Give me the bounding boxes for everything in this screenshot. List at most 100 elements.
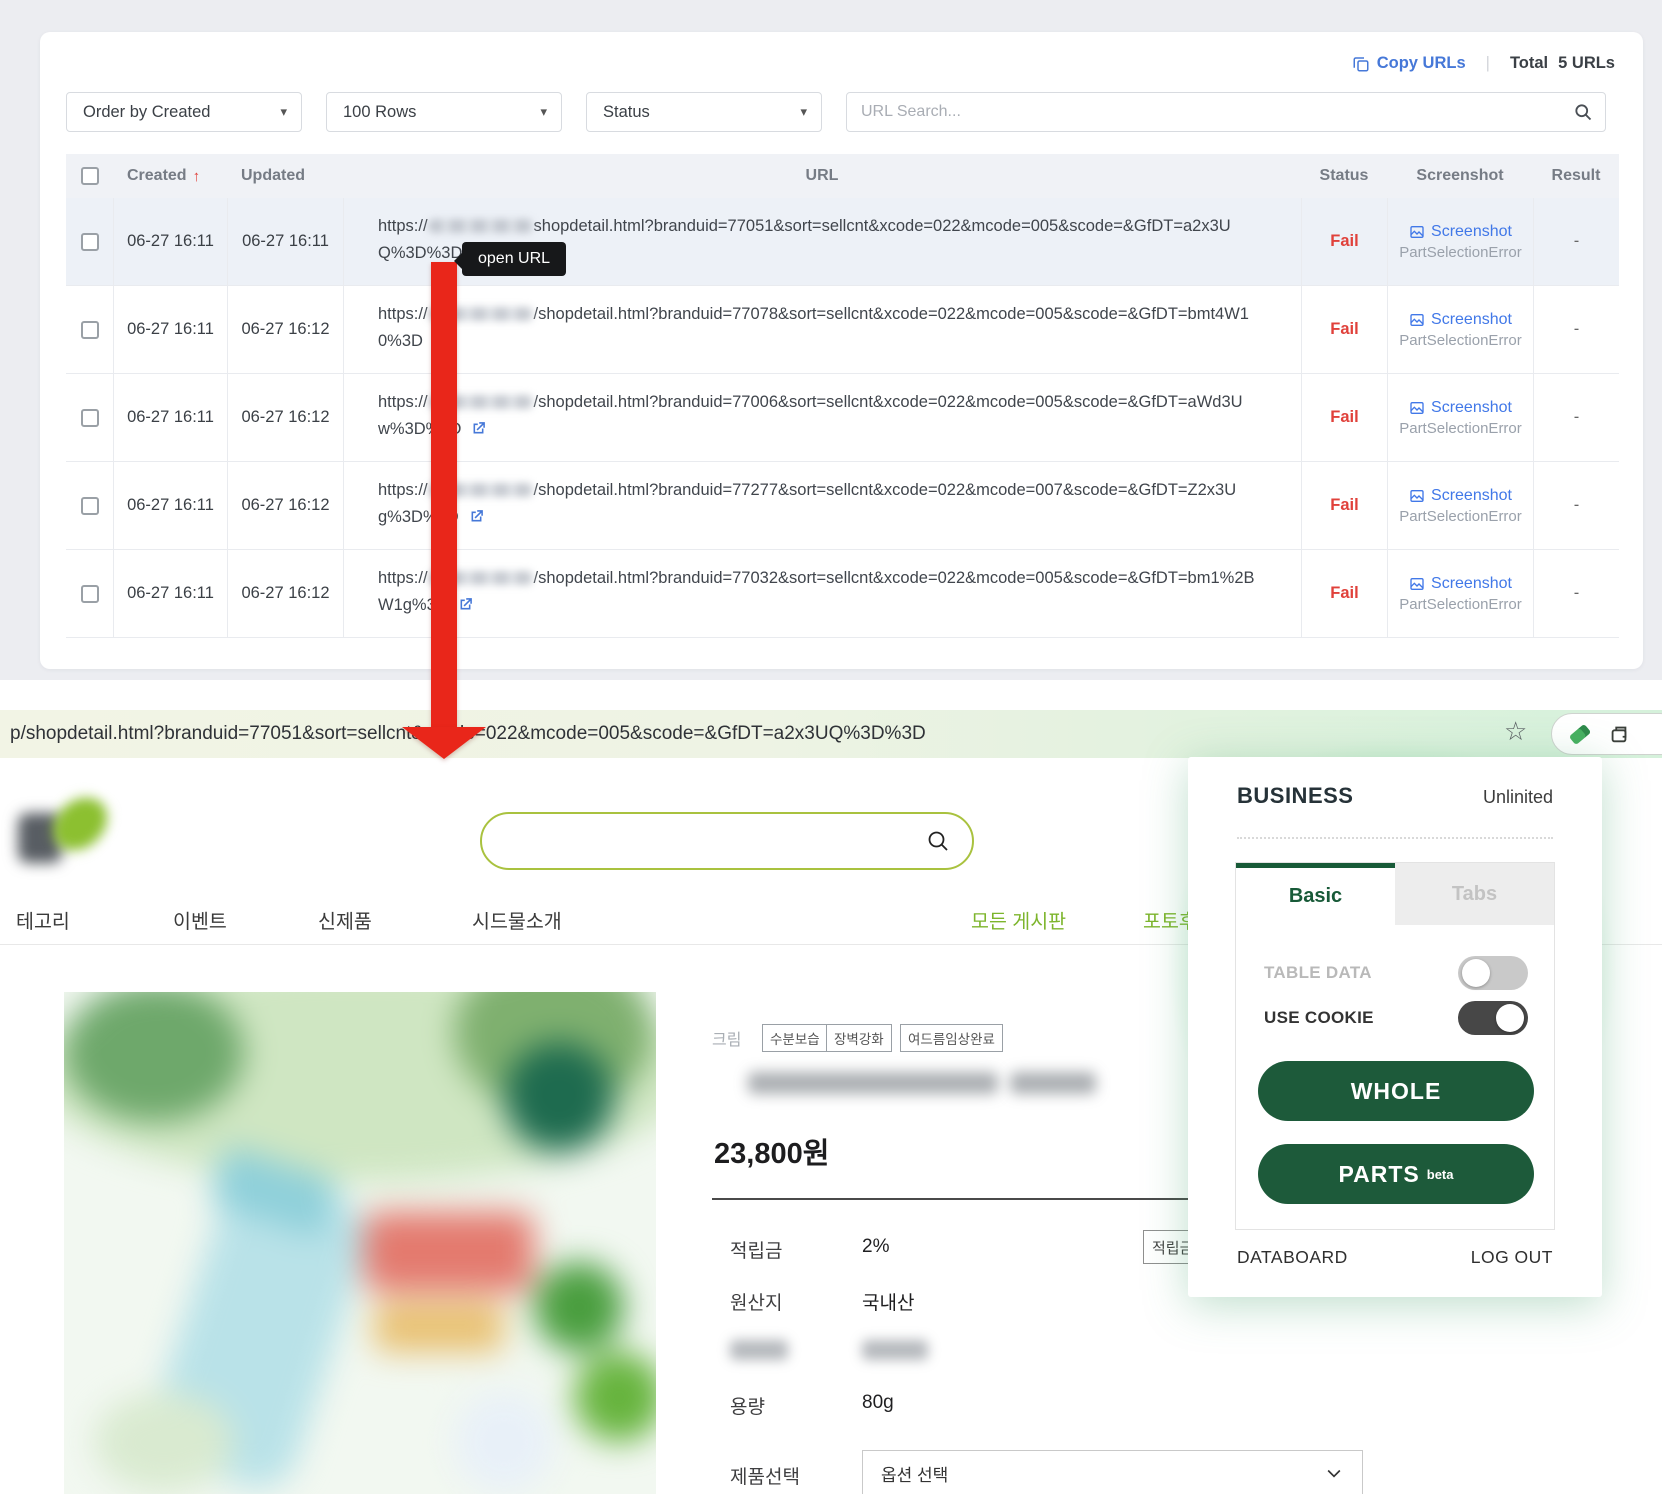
extension-icon[interactable]: [1569, 723, 1591, 744]
use-cookie-row: USE COOKIE: [1264, 1001, 1528, 1035]
screenshot-link[interactable]: Screenshot: [1409, 311, 1512, 329]
row-checkbox[interactable]: [81, 585, 99, 603]
tab-tabs[interactable]: Tabs: [1395, 863, 1554, 925]
select-all-checkbox[interactable]: [81, 167, 99, 185]
chevron-down-icon: ▾: [540, 104, 547, 120]
row-result: -: [1574, 584, 1580, 603]
product-price: 23,800원: [714, 1130, 829, 1172]
shop-logo[interactable]: [18, 795, 114, 877]
points-label: 적립금: [730, 1236, 782, 1263]
row-checkbox[interactable]: [81, 233, 99, 251]
chevron-down-icon: [1324, 1463, 1344, 1483]
row-updated: 06-27 16:12: [227, 550, 343, 637]
url-monitor-panel: Copy URLs | Total5 URLs Order by Created…: [40, 32, 1643, 669]
nav-item-event[interactable]: 이벤트: [173, 908, 227, 936]
bookmark-star-icon[interactable]: ☆: [1504, 716, 1527, 747]
image-icon: [1409, 312, 1425, 328]
use-cookie-toggle[interactable]: [1458, 1001, 1528, 1035]
header-url: URL: [343, 167, 1301, 185]
header-status: Status: [1301, 167, 1387, 185]
table-header: Created ↑ Updated URL Status Screenshot …: [66, 154, 1619, 198]
screenshot-link[interactable]: Screenshot: [1409, 399, 1512, 417]
row-checkbox[interactable]: [81, 321, 99, 339]
toggle-knob: [1496, 1004, 1524, 1032]
url-search-input[interactable]: [859, 102, 1573, 122]
row-updated: 06-27 16:12: [227, 462, 343, 549]
row-status: Fail: [1330, 408, 1358, 427]
option-select-label: 제품선택: [730, 1462, 800, 1489]
origin-label: 원산지: [730, 1288, 782, 1315]
header-result: Result: [1533, 167, 1619, 185]
databoard-link[interactable]: DATABOARD: [1237, 1247, 1348, 1268]
popup-tabs: Basic Tabs: [1236, 863, 1554, 925]
popup-footer: DATABOARD LOG OUT: [1237, 1247, 1553, 1268]
table-row: 06-27 16:11 06-27 16:12 https:///shopdet…: [66, 286, 1619, 374]
row-checkbox[interactable]: [81, 497, 99, 515]
logout-link[interactable]: LOG OUT: [1471, 1247, 1553, 1268]
screenshot-error: PartSelectionError: [1399, 332, 1522, 349]
product-tag: 수분보습: [762, 1024, 828, 1052]
table-data-toggle[interactable]: [1458, 956, 1528, 990]
search-icon[interactable]: [1573, 102, 1593, 122]
divider: |: [1486, 54, 1490, 73]
product-category: 크림: [712, 1026, 741, 1050]
row-url[interactable]: https:///shopdetail.html?branduid=77032&…: [344, 550, 1278, 622]
nav-item-about[interactable]: 시드물소개: [472, 908, 562, 936]
product-tag: 장벽강화: [826, 1024, 892, 1052]
image-icon: [1409, 488, 1425, 504]
nav-item-new[interactable]: 신제품: [318, 908, 372, 936]
extensions-pill: [1551, 713, 1662, 755]
screenshot-link[interactable]: Screenshot: [1409, 575, 1512, 593]
nav-item-category[interactable]: 테고리: [16, 908, 70, 936]
option-select-value: 옵션 선택: [881, 1461, 948, 1486]
origin-value: 국내산: [862, 1288, 914, 1315]
row-url[interactable]: https:///shopdetail.html?branduid=77006&…: [344, 374, 1278, 446]
table-data-label: TABLE DATA: [1264, 963, 1372, 983]
browser-action-icon[interactable]: [1608, 723, 1630, 745]
shop-search-bar[interactable]: [480, 812, 974, 870]
copy-urls-button[interactable]: Copy URLs: [1352, 54, 1466, 73]
blur-blobs: [64, 992, 656, 1494]
open-url-icon[interactable]: [457, 595, 474, 622]
status-select[interactable]: Status ▾: [586, 92, 822, 132]
product-tag: 여드름임상완료: [900, 1024, 1003, 1052]
table-row: 06-27 16:11 06-27 16:12 https:///shopdet…: [66, 462, 1619, 550]
order-by-value: Order by Created: [83, 103, 210, 122]
annotation-arrow-shaft: [431, 262, 457, 727]
blurred-domain: [428, 219, 534, 233]
whole-button[interactable]: WHOLE: [1258, 1061, 1534, 1121]
screenshot-link[interactable]: Screenshot: [1409, 487, 1512, 505]
row-updated: 06-27 16:12: [227, 374, 343, 461]
option-select-dropdown[interactable]: 옵션 선택: [862, 1450, 1363, 1494]
dotted-divider: [1237, 837, 1553, 839]
table-row: 06-27 16:11 06-27 16:12 https:///shopdet…: [66, 374, 1619, 462]
order-by-select[interactable]: Order by Created ▾: [66, 92, 302, 132]
table-row: 06-27 16:11 06-27 16:11 https://shopdeta…: [66, 198, 1619, 286]
header-created[interactable]: Created ↑: [113, 167, 227, 185]
parts-button[interactable]: PARTSbeta: [1258, 1144, 1534, 1204]
header-screenshot: Screenshot: [1387, 167, 1533, 185]
row-checkbox[interactable]: [81, 409, 99, 427]
table-row: 06-27 16:11 06-27 16:12 https:///shopdet…: [66, 550, 1619, 638]
row-url[interactable]: https:///shopdetail.html?branduid=77277&…: [344, 462, 1278, 534]
filter-bar: Order by Created ▾ 100 Rows ▾ Status ▾: [66, 92, 1606, 132]
tooltip-pointer-icon: [454, 253, 462, 269]
nav-item-boards[interactable]: 모든 게시판: [971, 908, 1066, 936]
row-created: 06-27 16:11: [113, 550, 227, 637]
copy-icon: [1352, 55, 1370, 73]
row-status: Fail: [1330, 496, 1358, 515]
open-url-icon[interactable]: [468, 507, 485, 534]
tab-basic[interactable]: Basic: [1236, 863, 1395, 925]
screenshot-link[interactable]: Screenshot: [1409, 223, 1512, 241]
row-created: 06-27 16:11: [113, 198, 227, 285]
row-url[interactable]: https:///shopdetail.html?branduid=77078&…: [344, 286, 1278, 358]
volume-label: 용량: [730, 1392, 765, 1419]
use-cookie-label: USE COOKIE: [1264, 1008, 1374, 1028]
header-updated[interactable]: Updated: [227, 167, 343, 185]
url-search-box: [846, 92, 1606, 132]
rows-select[interactable]: 100 Rows ▾: [326, 92, 562, 132]
beta-badge: beta: [1427, 1167, 1454, 1182]
search-icon[interactable]: [926, 829, 950, 853]
open-url-icon[interactable]: [470, 419, 487, 446]
row-created: 06-27 16:11: [113, 286, 227, 373]
